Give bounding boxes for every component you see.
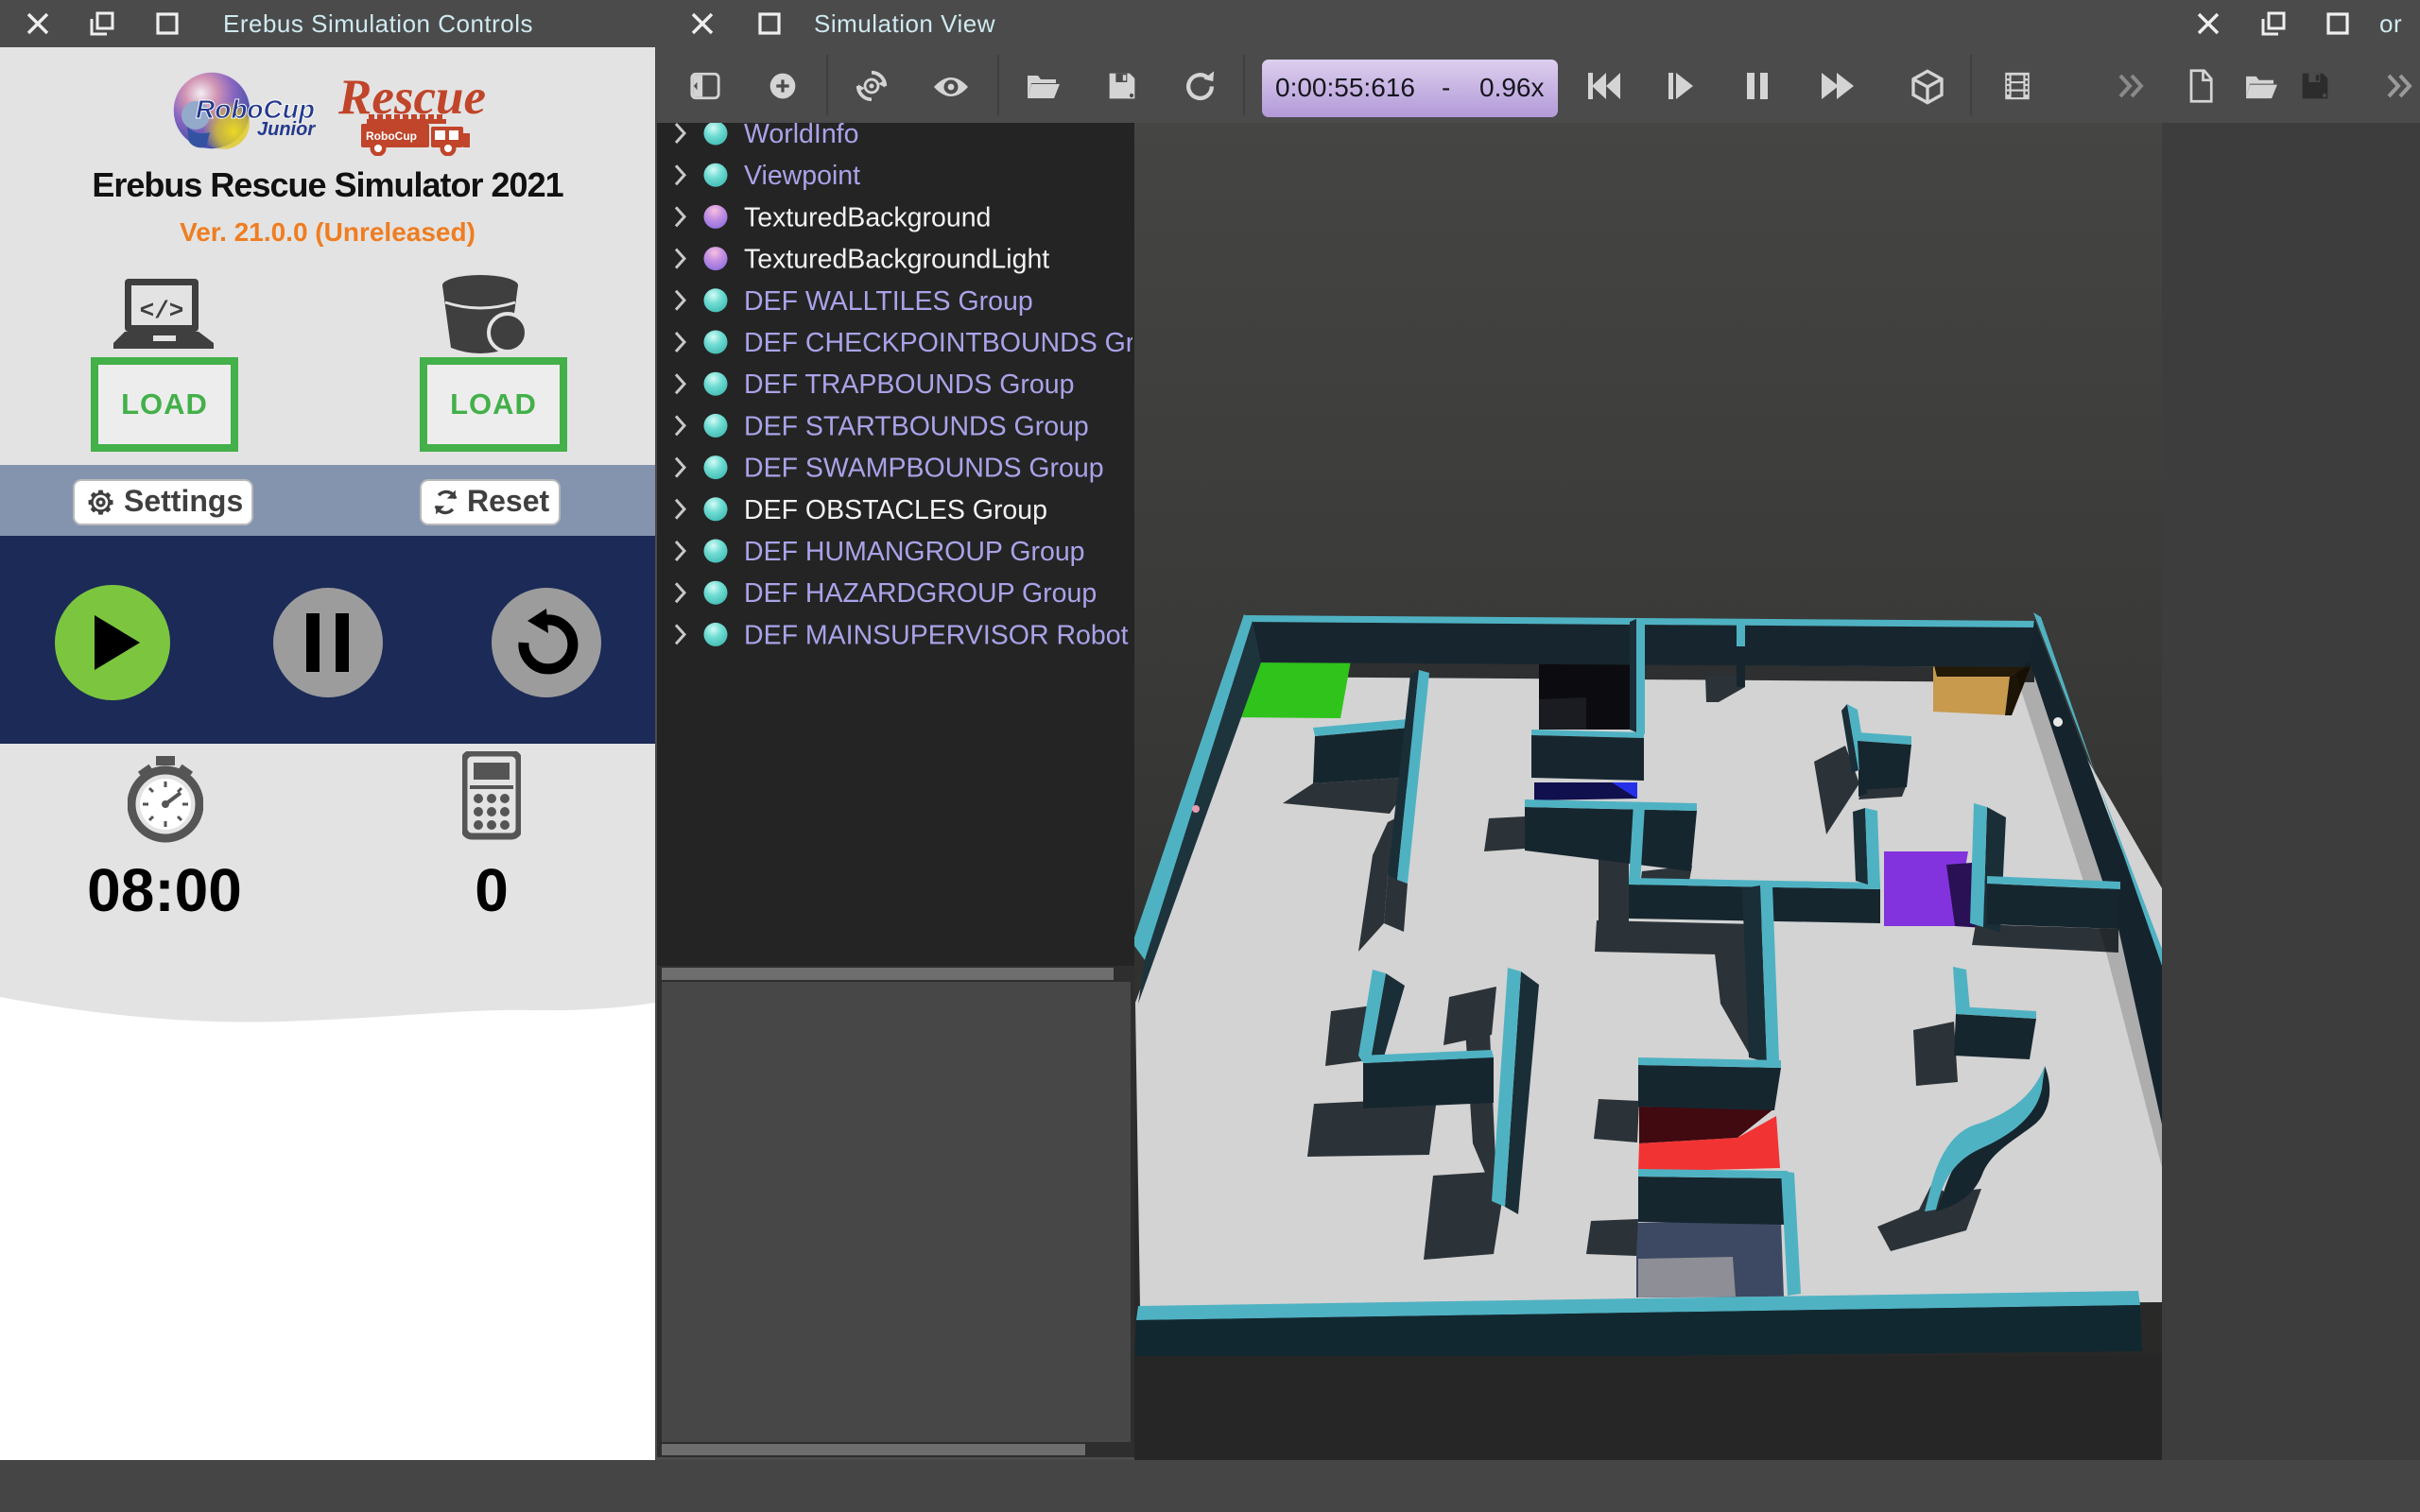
svg-text:DEF MAINSUPERVISOR Robot: DEF MAINSUPERVISOR Robot bbox=[744, 620, 1129, 650]
svg-text:TexturedBackgroundLight: TexturedBackgroundLight bbox=[744, 245, 1049, 275]
svg-text:DEF HAZARDGROUP Group: DEF HAZARDGROUP Group bbox=[744, 578, 1097, 609]
svg-text:DEF WALLTILES Group: DEF WALLTILES Group bbox=[744, 286, 1033, 317]
svg-text:Viewpoint: Viewpoint bbox=[744, 161, 860, 191]
svg-text:DEF TRAPBOUNDS Group: DEF TRAPBOUNDS Group bbox=[744, 369, 1074, 400]
svg-text:DEF CHECKPOINTBOUNDS Group: DEF CHECKPOINTBOUNDS Group bbox=[744, 328, 1132, 358]
svg-text:DEF OBSTACLES Group: DEF OBSTACLES Group bbox=[744, 495, 1047, 525]
svg-text:TexturedBackground: TexturedBackground bbox=[744, 202, 991, 232]
svg-text:RoboCup: RoboCup bbox=[366, 129, 417, 143]
svg-text:WorldInfo: WorldInfo bbox=[744, 123, 858, 149]
svg-text:DEF STARTBOUNDS Group: DEF STARTBOUNDS Group bbox=[744, 411, 1089, 441]
svg-text:DEF SWAMPBOUNDS Group: DEF SWAMPBOUNDS Group bbox=[744, 454, 1104, 484]
svg-text:DEF HUMANGROUP Group: DEF HUMANGROUP Group bbox=[744, 537, 1085, 567]
svg-text:</>: </> bbox=[140, 297, 184, 325]
svg-text:Junior: Junior bbox=[257, 119, 316, 140]
